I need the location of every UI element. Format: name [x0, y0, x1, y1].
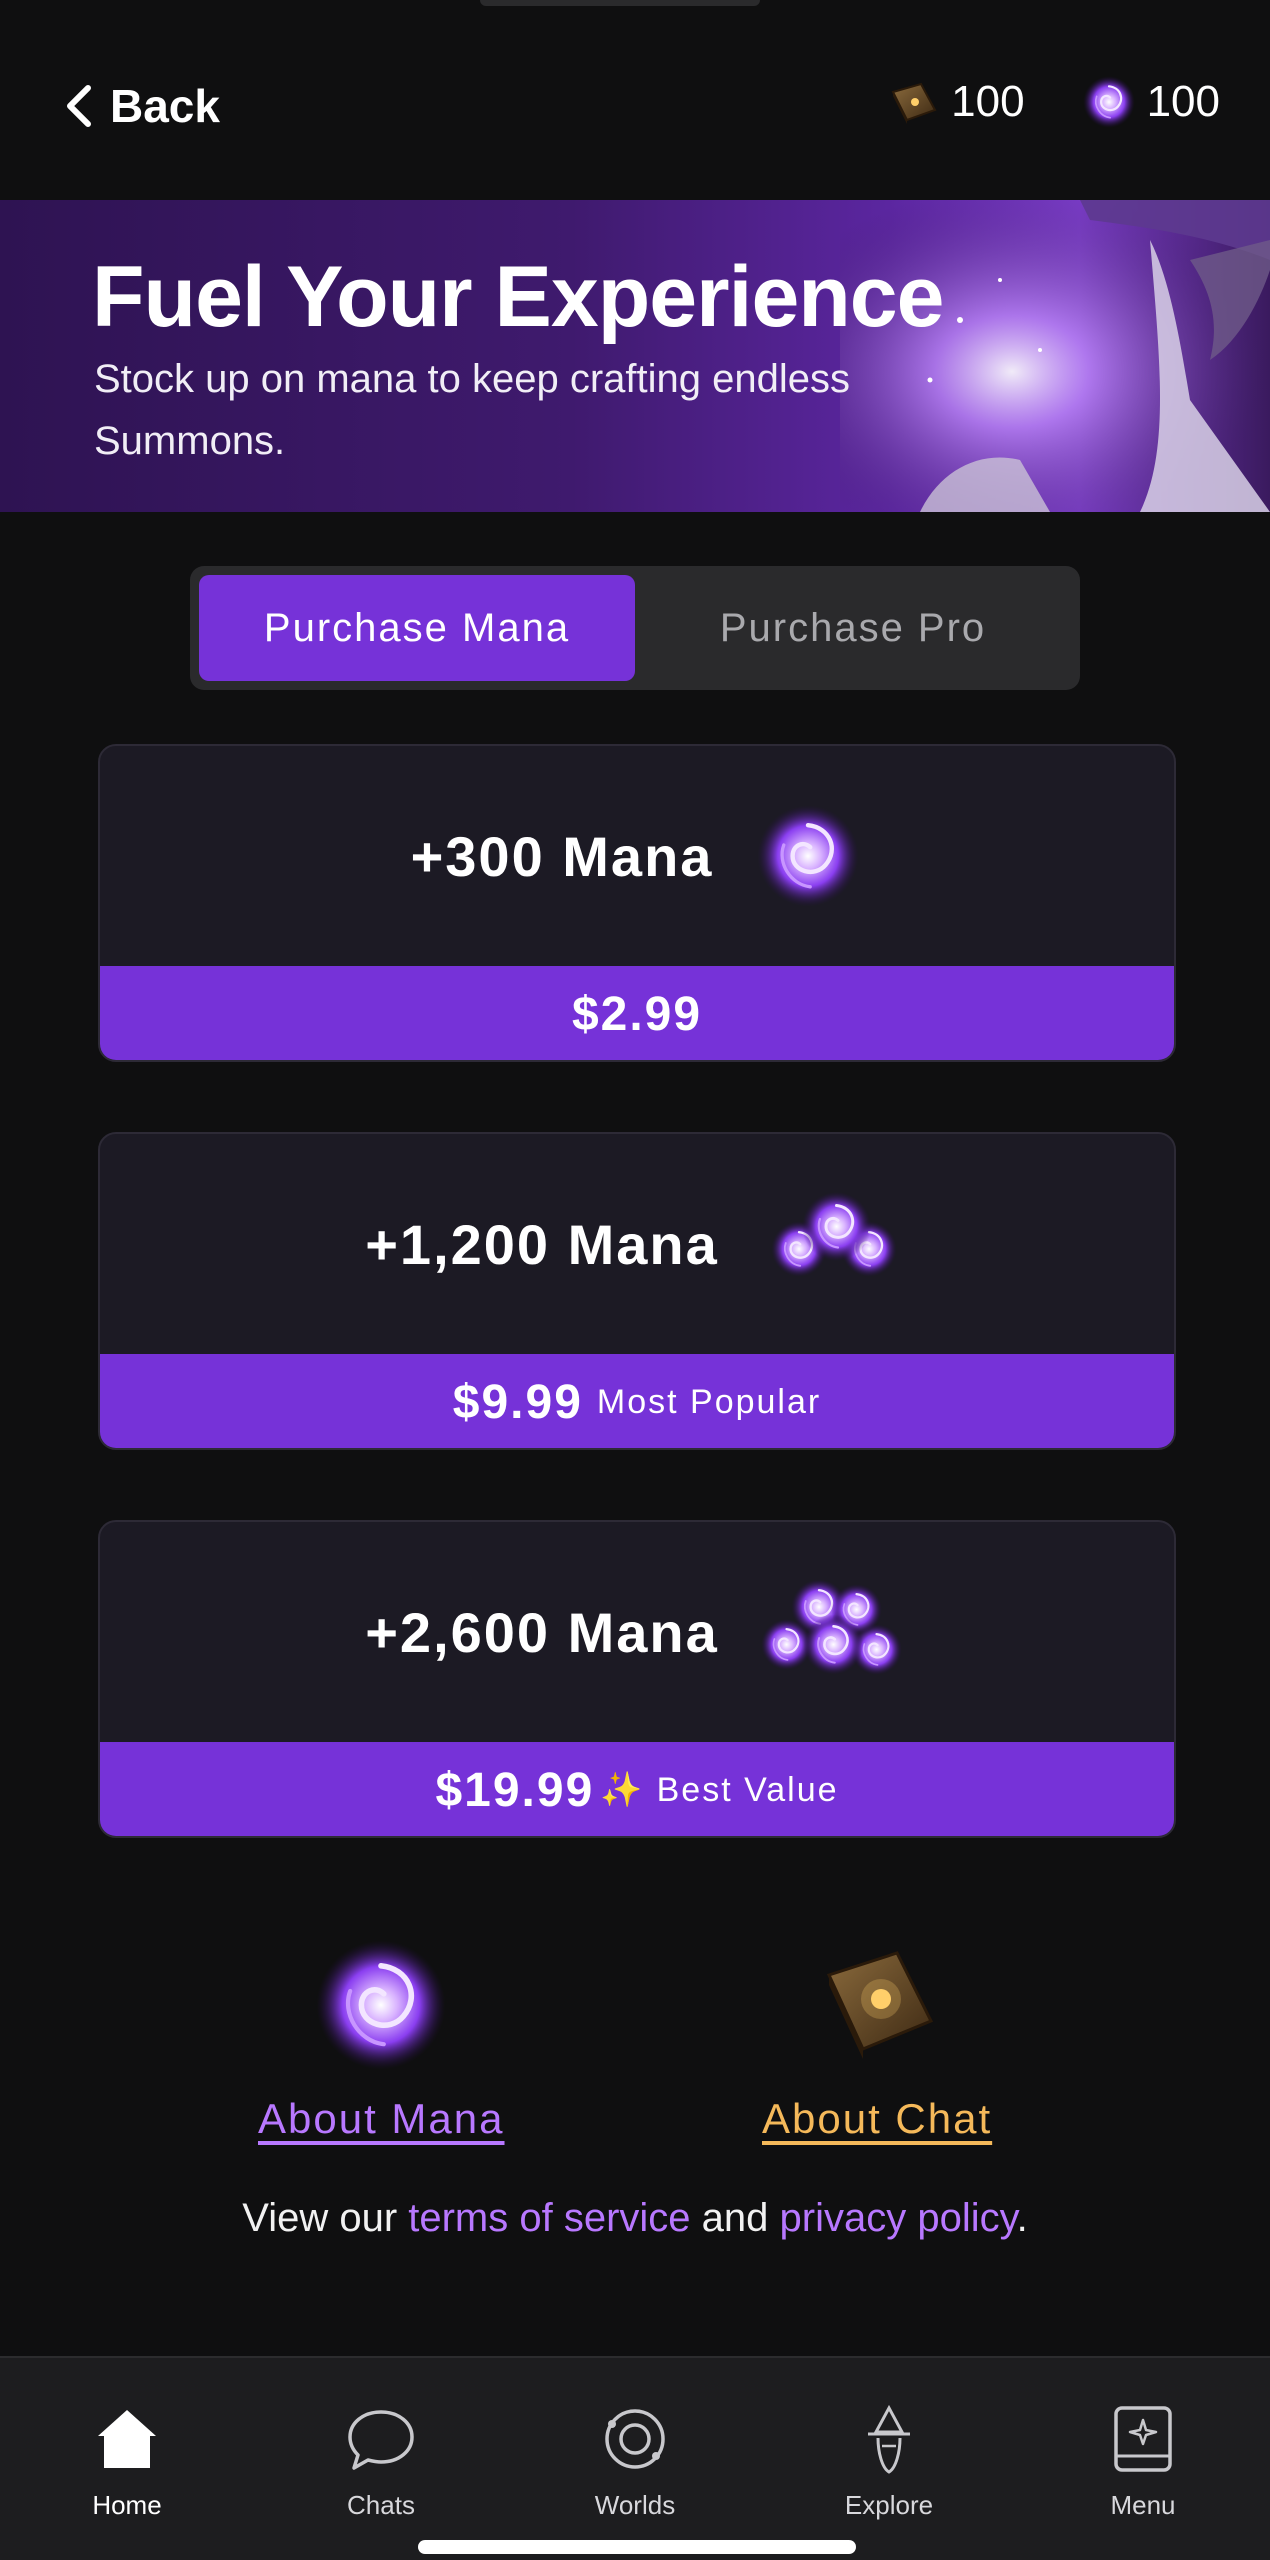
package-price: $2.99 [571, 987, 703, 1041]
sparkle-icon: ✨ [600, 1771, 643, 1809]
price-bar[interactable]: $19.99 ✨ Best Value [100, 1742, 1174, 1836]
legal-middle: and [690, 2196, 780, 2240]
package-header: +300 Mana [100, 746, 1174, 966]
page-title: Fuel Your Experience [92, 249, 944, 345]
chat-count: 100 [951, 77, 1025, 126]
nav-label: Explore [844, 2490, 934, 2520]
about-chat-link[interactable]: About Chat [762, 1935, 992, 2143]
mana-package-1200[interactable]: +1,200 Mana $9.99 Most Popular [98, 1132, 1176, 1450]
balance-counters: 100 100 [885, 74, 1220, 130]
nav-label: Chats [347, 2490, 415, 2520]
price-bar[interactable]: $2.99 [100, 966, 1174, 1060]
package-amount: +300 Mana [410, 824, 714, 888]
package-amount: +1,200 Mana [365, 1212, 719, 1276]
package-price: $19.99 [435, 1763, 595, 1817]
package-header: +2,600 Mana [100, 1522, 1174, 1742]
mana-orb-icon [311, 1935, 451, 2075]
legal-text: View our terms of service and privacy po… [0, 2196, 1270, 2241]
privacy-link[interactable]: privacy policy [780, 2196, 1017, 2240]
nav-item-chats[interactable]: Chats [254, 2358, 508, 2560]
nav-item-worlds[interactable]: Worlds [508, 2358, 762, 2560]
legal-prefix: View our [242, 2196, 409, 2240]
wizard-illustration [840, 200, 1270, 512]
page-subtitle: Stock up on mana to keep crafting endles… [94, 357, 851, 463]
tab-purchase-mana[interactable]: Purchase Mana [199, 575, 635, 681]
mana-package-300[interactable]: +300 Mana $2.99 [98, 744, 1176, 1062]
bottom-nav: Home Chats Worlds Explore Menu [0, 2356, 1270, 2560]
back-button[interactable]: Back [62, 76, 220, 136]
mana-orb-cluster-icon [759, 1578, 903, 1676]
mana-balance[interactable]: 100 [1081, 74, 1220, 130]
price-bar[interactable]: $9.99 Most Popular [100, 1354, 1174, 1448]
chat-bubble-icon [348, 2410, 414, 2470]
home-indicator [418, 2540, 856, 2554]
package-price: $9.99 [452, 1375, 583, 1429]
popular-badge: Most Popular [596, 1382, 822, 1421]
mana-orb-icon [1081, 75, 1136, 129]
legal-suffix: . [1016, 2196, 1028, 2240]
nav-label: Menu [1110, 2490, 1176, 2520]
back-label: Back [110, 80, 220, 132]
home-icon [98, 2410, 156, 2468]
nav-label: Worlds [594, 2490, 676, 2520]
planet-icon [605, 2409, 665, 2469]
purchase-tabs: Purchase Mana Purchase Pro [190, 566, 1080, 690]
mana-orb-icon [753, 801, 863, 911]
chevron-left-icon [67, 85, 91, 127]
terms-link[interactable]: terms of service [408, 2196, 690, 2240]
book-icon [891, 82, 937, 124]
chat-balance[interactable]: 100 [885, 74, 1025, 130]
mana-orb-cluster-icon [769, 1190, 898, 1278]
about-chat-label: About Chat [762, 2095, 993, 2142]
nav-item-home[interactable]: Home [0, 2358, 254, 2560]
nav-item-explore[interactable]: Explore [762, 2358, 1016, 2560]
package-header: +1,200 Mana [100, 1134, 1174, 1354]
menu-book-icon [1114, 2406, 1172, 2472]
book-icon [827, 1951, 934, 2059]
package-amount: +2,600 Mana [365, 1600, 719, 1664]
about-mana-link[interactable]: About Mana [258, 1935, 505, 2143]
top-bar: Back 100 100 [0, 0, 1270, 200]
wizard-icon [868, 2404, 910, 2474]
mana-count: 100 [1146, 77, 1220, 126]
hero-banner: Fuel Your Experience Stock up on mana to… [0, 200, 1270, 512]
tab-purchase-pro[interactable]: Purchase Pro [635, 575, 1071, 681]
mana-package-2600[interactable]: +2,600 Mana $19.99 ✨ Best Value [98, 1520, 1176, 1838]
best-value-badge: Best Value [656, 1770, 839, 1809]
about-mana-label: About Mana [258, 2095, 505, 2142]
nav-item-menu[interactable]: Menu [1016, 2358, 1270, 2560]
nav-label: Home [92, 2490, 162, 2520]
